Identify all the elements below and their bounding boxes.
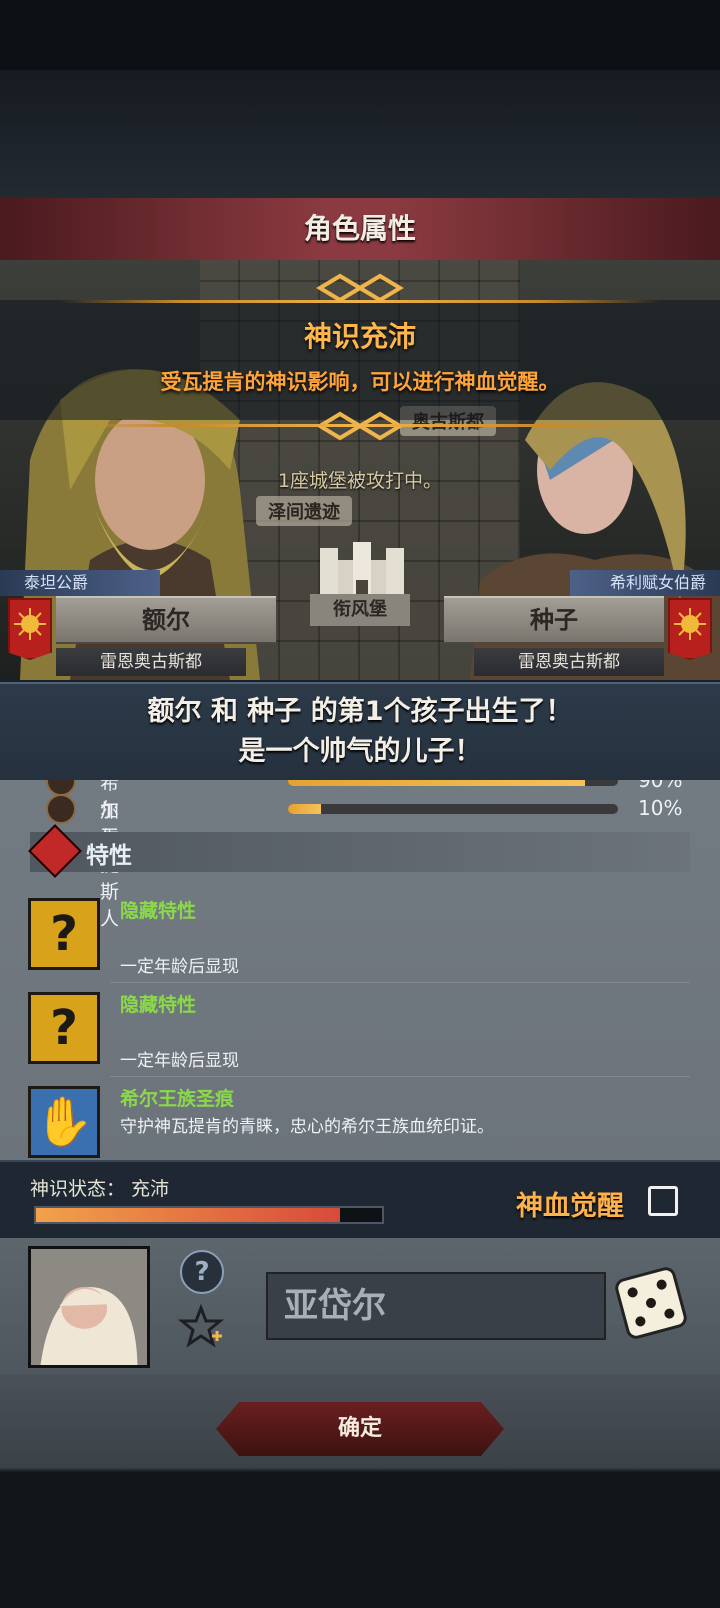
divine-status-meter [34,1206,384,1224]
ornament-knot-top [316,273,404,303]
attribute-panel[interactable]: 希尔王族 90% 加尔提斯人 10% 特性 ? 隐藏特性 一定年龄后显现 ? 隐… [0,780,720,1160]
race-bar-fill [288,804,321,814]
dice-icon[interactable] [613,1265,689,1341]
birth-line-1: 额尔 和 种子 的第1个孩子出生了！ [147,696,573,727]
right-rank-badge: 希利赋女伯爵 [570,570,720,596]
flame-diamond-icon [28,824,82,878]
child-panel: ? 亚岱尔 [0,1238,720,1374]
birth-announcement: 额尔 和 种子 的第1个孩子出生了！ 是一个帅气的儿子！ [0,682,720,782]
child-name-field[interactable]: 亚岱尔 [266,1272,606,1340]
right-character-name: 种子 [444,596,664,644]
help-icon[interactable]: ? [180,1250,224,1294]
trait-divider [110,982,690,983]
race-emblem-icon [46,794,76,824]
trait-name: 隐藏特性 [120,994,197,1016]
race-bar-fill [288,780,585,786]
race-percent: 10% [638,796,683,820]
divine-status-bar: 神识状态： 充沛 神血觉醒 [0,1160,720,1238]
divine-status-fill [36,1208,341,1222]
gauntlet-icon[interactable]: ✋ [28,1086,100,1158]
left-character-home: 雷恩奥古斯都 [56,648,246,676]
question-mark-icon[interactable]: ? [28,992,100,1064]
trait-divider [110,1076,690,1077]
trait-name: 希尔王族圣痕 [120,1088,235,1110]
child-portrait [28,1246,150,1368]
blood-awakening-checkbox[interactable] [648,1186,678,1216]
trait-description: 一定年龄后显现 [120,1051,239,1071]
trait-description: 守护神瓦提肯的青睐，忠心的希尔王族血统印证。 [120,1117,494,1137]
race-bar [288,780,618,786]
notice-body: 受瓦提肯的神识影响，可以进行神血觉醒。 [160,370,560,394]
trait-name: 隐藏特性 [120,900,197,922]
confirm-button[interactable]: 确定 [216,1402,504,1456]
question-mark-icon[interactable]: ? [28,898,100,970]
race-bar [288,804,618,814]
header-backdrop [0,70,720,200]
race-percent: 90% [638,780,683,792]
status-bar-top [0,0,720,70]
left-character-name: 额尔 [56,596,276,644]
star-plus-icon[interactable] [178,1304,224,1350]
right-sun-banner-icon [668,598,712,660]
notice-title: 神识充沛 [303,320,416,353]
left-sun-banner-icon [8,598,52,660]
castle-name: 衔风堡 [310,594,410,626]
castle-icon [320,542,404,600]
ornament-line-bottom [60,424,660,427]
left-rank-badge: 泰坦公爵 [0,570,160,596]
blood-awakening-label: 神血觉醒 [516,1191,624,1222]
divine-status-label: 神识状态： 充沛 [30,1178,170,1200]
birth-line-2: 是一个帅气的儿子！ [238,736,482,767]
trait-description: 一定年龄后显现 [120,957,239,977]
right-character-home: 雷恩奥古斯都 [474,648,664,676]
traits-header-label: 特性 [86,843,132,869]
page-title: 角色属性 [303,212,416,245]
traits-header: 特性 [28,824,690,878]
attack-notice: 1座城堡被攻打中。 [277,470,443,492]
